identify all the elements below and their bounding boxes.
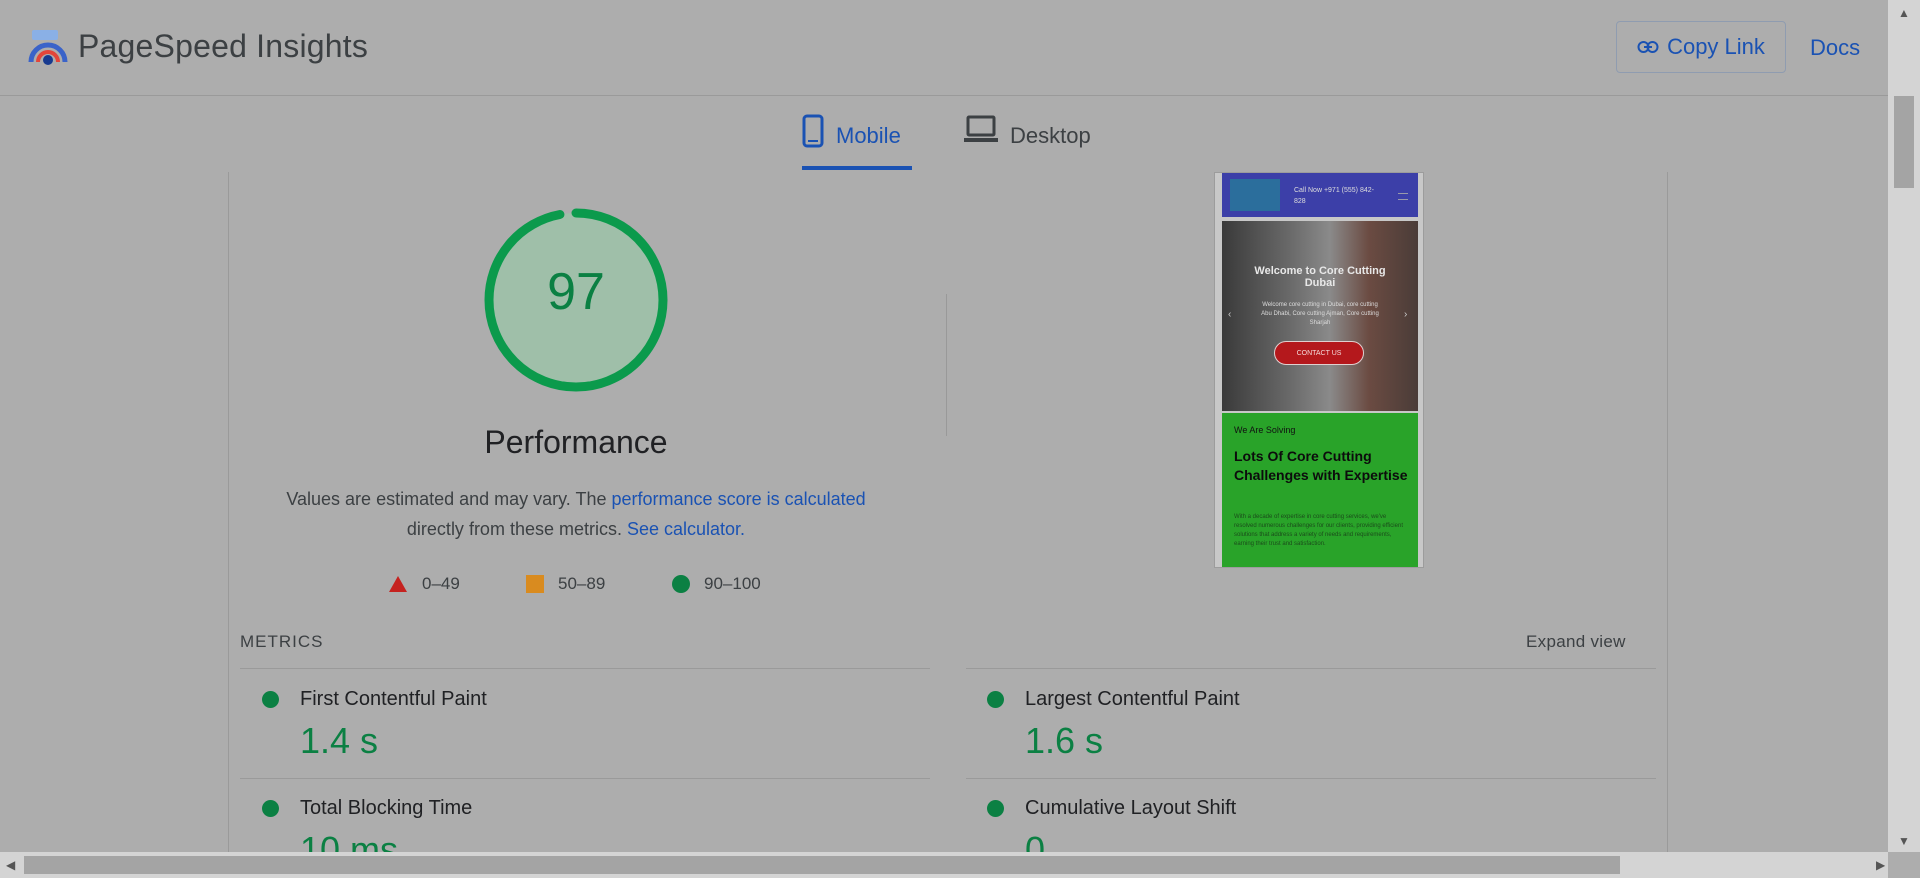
see-calculator-link[interactable]: See calculator. [627,519,745,539]
copy-link-label: Copy Link [1667,34,1765,59]
docs-link[interactable]: Docs [1810,35,1860,61]
performance-score-value: 97 [547,263,605,321]
metric-name-tbt: Total Blocking Time [300,797,473,819]
scroll-right-arrow-icon[interactable]: ▶ [1876,858,1885,872]
scroll-up-arrow-icon[interactable]: ▲ [1898,6,1910,20]
scroll-left-arrow-icon[interactable]: ◀ [6,858,15,872]
screenshot-hero-title: Welcome to Core Cutting Dubai [1254,265,1386,289]
square-icon [526,575,544,593]
pass-circle-icon [262,800,279,817]
legend-average: 50–89 [526,574,605,594]
laptop-icon [964,115,998,142]
vertical-divider [946,294,947,436]
tab-mobile-label: Mobile [836,123,901,148]
perf-desc-text-2: directly from these metrics. [406,519,627,539]
screenshot-section-title: Lots Of Core Cutting Challenges with Exp… [1234,448,1408,483]
screenshot-hero-desc: Welcome core cutting in Dubai, core cutt… [1261,302,1379,326]
tab-desktop[interactable]: Desktop [964,114,1091,170]
vertical-scrollbar-thumb[interactable] [1894,96,1914,188]
screenshot-call-text: Call Now +971 (555) 842-828 [1294,187,1374,205]
pagespeed-logo-icon[interactable] [28,30,68,68]
triangle-icon [389,576,407,592]
expand-view-button[interactable]: Expand view [1526,632,1626,652]
hamburger-menu-icon [1398,193,1408,200]
legend-pass-range: 90–100 [704,574,761,593]
divider [240,778,930,779]
metric-name-fcp: First Contentful Paint [300,688,487,710]
performance-title: Performance [484,424,668,460]
legend-average-range: 50–89 [558,574,606,593]
perf-desc-text-1: Values are estimated and may vary. The [286,489,612,509]
copy-link-button[interactable]: Copy Link [1616,21,1786,73]
legend-fail: 0–49 [388,574,460,594]
screenshot-section-body: With a decade of expertise in core cutti… [1234,514,1403,547]
divider [240,668,930,669]
metric-name-cls: Cumulative Layout Shift [1025,797,1237,819]
screenshot-hero: ‹ › Welcome to Core Cutting Dubai Welcom… [1222,221,1418,411]
scroll-down-arrow-icon[interactable]: ▼ [1898,834,1910,848]
divider [966,668,1656,669]
link-icon [1637,41,1659,53]
screenshot-contact-button: CONTACT US [1274,341,1364,365]
screenshot-site-logo [1230,179,1280,211]
chevron-right-icon: › [1404,309,1408,320]
divider [966,778,1656,779]
page-screenshot: Call Now +971 (555) 842-828 ‹ › Welcome … [1214,172,1424,568]
performance-description: Values are estimated and may vary. The p… [268,484,884,544]
metric-value-lcp: 1.6 s [1025,720,1104,761]
app-title[interactable]: PageSpeed Insights [78,28,368,65]
pass-circle-icon [987,691,1004,708]
pass-circle-icon [262,691,279,708]
circle-icon [672,575,690,593]
metric-value-fcp: 1.4 s [300,720,379,761]
horizontal-scrollbar-thumb[interactable] [24,856,1620,874]
legend-pass: 90–100 [672,574,761,594]
tab-mobile[interactable]: Mobile [802,114,912,170]
metric-name-lcp: Largest Contentful Paint [1025,688,1240,710]
screenshot-navbar: Call Now +971 (555) 842-828 [1222,173,1418,217]
screenshot-section-kicker: We Are Solving [1234,425,1296,435]
mobile-phone-icon [802,114,824,148]
screenshot-section: We Are Solving Lots Of Core Cutting Chal… [1222,413,1418,567]
tab-desktop-label: Desktop [1010,123,1091,148]
top-bar: PageSpeed Insights Copy Link Docs [0,0,1888,96]
performance-score-calculated-link[interactable]: performance score is calculated [612,489,866,509]
pass-circle-icon [987,800,1004,817]
metrics-heading: METRICS [240,632,324,651]
chevron-left-icon: ‹ [1228,309,1232,320]
legend-fail-range: 0–49 [422,574,460,593]
